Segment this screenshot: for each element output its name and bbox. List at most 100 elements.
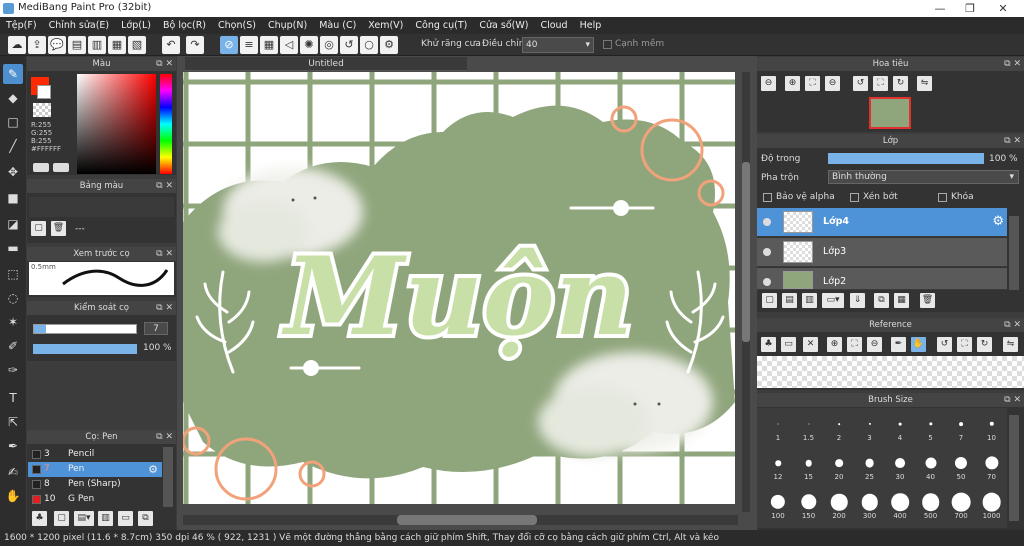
- new-brush-icon[interactable]: ▢: [54, 511, 69, 526]
- gear-icon[interactable]: ⚙: [148, 462, 158, 477]
- menu-view[interactable]: Xem(V): [362, 20, 409, 31]
- brush-size-scrollbar[interactable]: [1009, 415, 1019, 521]
- document-tab[interactable]: Untitled: [185, 57, 467, 71]
- zoom-in-icon[interactable]: ⊕: [827, 337, 842, 352]
- brush-size-70[interactable]: 70: [977, 451, 1007, 481]
- grid-page-icon[interactable]: ▦: [108, 36, 126, 54]
- fill-tool-icon[interactable]: ◪: [3, 214, 23, 234]
- brush-size-150[interactable]: 150: [794, 490, 824, 520]
- menu-filter[interactable]: Bộ lọc(R): [157, 20, 212, 31]
- gradient-tool-icon[interactable]: ▬: [3, 238, 23, 258]
- rotate-left-icon[interactable]: ↺: [937, 337, 952, 352]
- new-folder-icon[interactable]: ▭▾: [822, 293, 844, 308]
- brush-item[interactable]: 10 G Pen: [28, 492, 162, 507]
- layer-scrollbar[interactable]: [1009, 216, 1019, 290]
- panel-close-icon[interactable]: ⧉ ✕: [156, 247, 173, 261]
- brush-size-10[interactable]: 10: [977, 412, 1007, 442]
- menu-tools[interactable]: Công cụ(T): [409, 20, 473, 31]
- menu-snap[interactable]: Chụp(N): [262, 20, 313, 31]
- brush-tool-icon[interactable]: ✎: [3, 64, 23, 84]
- circle-snap-icon[interactable]: ◎: [320, 36, 338, 54]
- rotate-left-icon[interactable]: ↺: [853, 76, 868, 91]
- lasso-tool-icon[interactable]: ◌: [3, 288, 23, 308]
- brush-size-1[interactable]: 1: [763, 412, 793, 442]
- brush-settings-icon[interactable]: ▥: [98, 511, 113, 526]
- brush-size-25[interactable]: 25: [855, 451, 885, 481]
- flip-icon[interactable]: ⇋: [917, 76, 932, 91]
- snap-checkbox[interactable]: [603, 40, 612, 49]
- zoom-out-icon[interactable]: ⊖: [867, 337, 882, 352]
- palette-area[interactable]: [29, 197, 174, 217]
- brush-item-selected[interactable]: 7 Pen ⚙: [28, 462, 162, 477]
- visibility-icon[interactable]: [763, 278, 771, 286]
- panel-close-icon[interactable]: ⧉ ✕: [1004, 393, 1021, 407]
- rotate-right-icon[interactable]: ↻: [893, 76, 908, 91]
- magic-wand-icon[interactable]: ✶: [3, 312, 23, 332]
- radial-snap-icon[interactable]: ✺: [300, 36, 318, 54]
- protect-alpha-checkbox[interactable]: [763, 193, 772, 202]
- maximize-icon[interactable]: ❐: [955, 0, 985, 17]
- zoom-out-icon[interactable]: ⊖: [761, 76, 776, 91]
- brush-item[interactable]: 8 Pen (Sharp): [28, 477, 162, 492]
- brush-list-scrollbar[interactable]: [163, 447, 173, 507]
- panel-close-icon[interactable]: ⧉ ✕: [156, 57, 173, 71]
- parallel-snap-icon[interactable]: ≡: [240, 36, 258, 54]
- brush-size-200[interactable]: 200: [824, 490, 854, 520]
- eyedropper-icon[interactable]: ✒: [891, 337, 906, 352]
- brush-size-slider[interactable]: [33, 324, 137, 334]
- menu-file[interactable]: Tệp(F): [0, 20, 43, 31]
- panel-close-icon[interactable]: ⧉ ✕: [156, 430, 173, 444]
- vanish-snap-icon[interactable]: ◁: [280, 36, 298, 54]
- comment-icon[interactable]: ▤: [68, 36, 86, 54]
- brush-copy-icon[interactable]: ⧉: [138, 511, 153, 526]
- menu-select[interactable]: Chọn(S): [212, 20, 262, 31]
- duplicate-layer-icon[interactable]: ⧉: [874, 293, 889, 308]
- brush-size-12[interactable]: 12: [763, 451, 793, 481]
- panel-close-icon[interactable]: ⧉ ✕: [1004, 57, 1021, 71]
- eraser-tool-icon[interactable]: ◆: [3, 88, 23, 108]
- select-tool-icon[interactable]: ⬚: [3, 264, 23, 284]
- brush-folder-icon[interactable]: ▭: [118, 511, 133, 526]
- layout-icon[interactable]: ▧: [128, 36, 146, 54]
- gear-icon[interactable]: ⚙: [992, 214, 1004, 229]
- brush-size-5[interactable]: 5: [916, 412, 946, 442]
- brush-size-15[interactable]: 15: [794, 451, 824, 481]
- color-picker-square[interactable]: [77, 74, 156, 174]
- new-8bit-layer-icon[interactable]: ▥: [802, 293, 817, 308]
- eyedropper-icon[interactable]: ✒: [3, 436, 23, 456]
- actual-size-icon[interactable]: ⊖: [825, 76, 840, 91]
- brush-size-400[interactable]: 400: [885, 490, 915, 520]
- brush-size-500[interactable]: 500: [916, 490, 946, 520]
- menu-help[interactable]: Help: [574, 20, 608, 31]
- brush-size-1000[interactable]: 1000: [977, 490, 1007, 520]
- shape-tool-icon[interactable]: ■: [3, 188, 23, 208]
- brush-size-2[interactable]: 2: [824, 412, 854, 442]
- open-reference-icon[interactable]: ♣: [761, 337, 776, 352]
- add-brush-icon[interactable]: ♣: [32, 511, 47, 526]
- pen-tool-icon[interactable]: ✍: [3, 462, 23, 482]
- page-icon[interactable]: ▥: [88, 36, 106, 54]
- brush-size-7[interactable]: 7: [946, 412, 976, 442]
- menu-cloud[interactable]: Cloud: [534, 20, 573, 31]
- brush-size-30[interactable]: 30: [885, 451, 915, 481]
- panel-close-icon[interactable]: ⧉ ✕: [1004, 318, 1021, 332]
- add-palette-icon[interactable]: ▢: [31, 221, 46, 236]
- color-swap-button[interactable]: [33, 163, 49, 172]
- close-reference-icon[interactable]: ✕: [803, 337, 818, 352]
- background-color[interactable]: [37, 85, 51, 99]
- menu-layer[interactable]: Lớp(L): [115, 20, 157, 31]
- cloud-icon[interactable]: ☁: [8, 36, 26, 54]
- upload-icon[interactable]: ⇪: [28, 36, 46, 54]
- curve-snap-icon[interactable]: ↺: [340, 36, 358, 54]
- close-icon[interactable]: ✕: [988, 0, 1018, 17]
- line-tool-icon[interactable]: ╱: [3, 136, 23, 156]
- move-tool-icon[interactable]: ✥: [3, 162, 23, 182]
- brush-size-20[interactable]: 20: [824, 451, 854, 481]
- layer-row[interactable]: Lớp4 ⚙: [757, 208, 1007, 237]
- text-tool-icon[interactable]: T: [3, 388, 23, 408]
- panel-close-icon[interactable]: ⧉ ✕: [1004, 134, 1021, 148]
- undo-icon[interactable]: ↶: [162, 36, 180, 54]
- horizontal-scrollbar[interactable]: [183, 515, 738, 525]
- brush-size-1-5[interactable]: 1.5: [794, 412, 824, 442]
- brush-size-field[interactable]: 7: [144, 322, 168, 335]
